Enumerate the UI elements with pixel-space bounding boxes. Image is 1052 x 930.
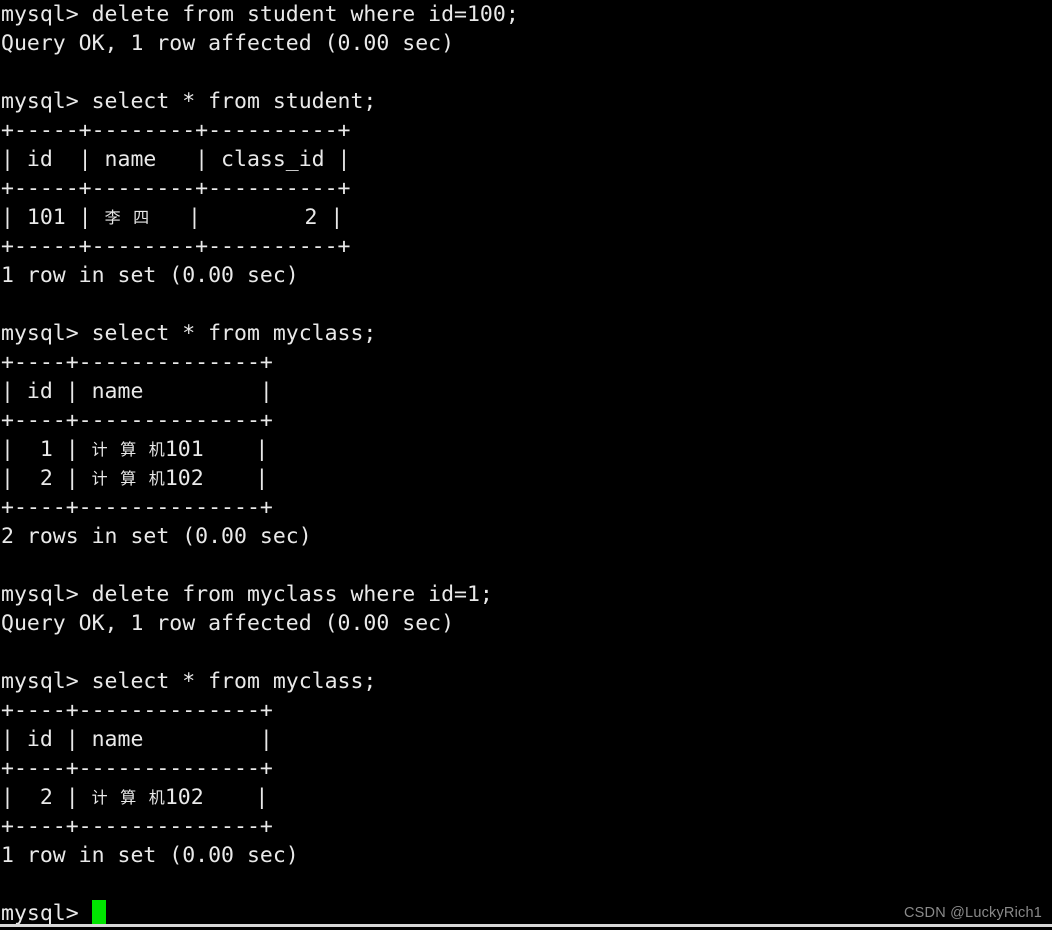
table-cell-text: 102 | bbox=[164, 785, 269, 810]
command-output: +----+--------------+ bbox=[1, 698, 273, 723]
terminal-line: +----+--------------+ bbox=[1, 754, 1052, 783]
command-output: Query OK, 1 row affected (0.00 sec) bbox=[1, 611, 455, 636]
command-output: 1 row in set (0.00 sec) bbox=[1, 843, 299, 868]
terminal-line: mysql> delete from myclass where id=1; bbox=[1, 580, 1052, 609]
terminal-line: | 2 | 计算机102 | bbox=[1, 464, 1052, 493]
terminal-line: | 2 | 计算机102 | bbox=[1, 783, 1052, 812]
terminal-window[interactable]: mysql> delete from student where id=100;… bbox=[0, 0, 1052, 927]
terminal-line: +-----+--------+----------+ bbox=[1, 116, 1052, 145]
terminal-line: Query OK, 1 row affected (0.00 sec) bbox=[1, 609, 1052, 638]
terminal-line: mysql> bbox=[1, 899, 1052, 927]
csdn-watermark: CSDN @LuckyRich1 bbox=[904, 905, 1042, 921]
command-output: +----+--------------+ bbox=[1, 408, 273, 433]
terminal-line: mysql> select * from student; bbox=[1, 87, 1052, 116]
command-output: +----+--------------+ bbox=[1, 756, 273, 781]
command-output: +-----+--------+----------+ bbox=[1, 176, 351, 201]
bottom-strip bbox=[0, 924, 1052, 927]
table-cell-cjk-text: 李四 bbox=[104, 208, 162, 227]
terminal-line: mysql> delete from student where id=100; bbox=[1, 0, 1052, 29]
terminal-line: 1 row in set (0.00 sec) bbox=[1, 841, 1052, 870]
command-output: | id | name | bbox=[1, 727, 273, 752]
terminal-line: Query OK, 1 row affected (0.00 sec) bbox=[1, 29, 1052, 58]
command-output: | id | name | class_id | bbox=[1, 147, 351, 172]
terminal-line: +-----+--------+----------+ bbox=[1, 232, 1052, 261]
table-cell-cjk-text: 计算机 bbox=[91, 788, 178, 807]
terminal-line: +-----+--------+----------+ bbox=[1, 174, 1052, 203]
table-cell-text: | 2 | bbox=[1, 785, 92, 810]
command-output: | id | name | bbox=[1, 379, 273, 404]
terminal-line: +----+--------------+ bbox=[1, 493, 1052, 522]
table-cell-text: | 101 | bbox=[1, 205, 105, 230]
terminal-line: | id | name | bbox=[1, 377, 1052, 406]
command-output: Query OK, 1 row affected (0.00 sec) bbox=[1, 31, 455, 56]
shell-command: mysql> select * from myclass; bbox=[1, 669, 377, 694]
terminal-line: | 101 | 李四 | 2 | bbox=[1, 203, 1052, 232]
terminal-line: 1 row in set (0.00 sec) bbox=[1, 261, 1052, 290]
table-cell-text: | 1 | bbox=[1, 437, 92, 462]
command-output: +-----+--------+----------+ bbox=[1, 234, 351, 259]
table-cell-text: 101 | bbox=[164, 437, 269, 462]
terminal-line: | id | name | class_id | bbox=[1, 145, 1052, 174]
shell-command: mysql> delete from myclass where id=1; bbox=[1, 582, 493, 607]
shell-command: mysql> select * from myclass; bbox=[1, 321, 377, 346]
terminal-line: +----+--------------+ bbox=[1, 406, 1052, 435]
terminal-line: mysql> select * from myclass; bbox=[1, 667, 1052, 696]
command-output: +----+--------------+ bbox=[1, 814, 273, 839]
table-cell-cjk-text: 计算机 bbox=[91, 440, 178, 459]
command-output: +-----+--------+----------+ bbox=[1, 118, 351, 143]
terminal-line: mysql> select * from myclass; bbox=[1, 319, 1052, 348]
command-output: +----+--------------+ bbox=[1, 495, 273, 520]
terminal-line: +----+--------------+ bbox=[1, 348, 1052, 377]
terminal-output: mysql> delete from student where id=100;… bbox=[1, 0, 1052, 927]
terminal-line: +----+--------------+ bbox=[1, 696, 1052, 725]
text-cursor[interactable] bbox=[91, 900, 106, 924]
shell-command: mysql> select * from student; bbox=[1, 89, 377, 114]
shell-prompt: mysql> bbox=[1, 901, 92, 926]
command-output: 1 row in set (0.00 sec) bbox=[1, 263, 299, 288]
table-cell-text: | 2 | bbox=[149, 205, 344, 230]
shell-command: mysql> delete from student where id=100; bbox=[1, 2, 519, 27]
table-cell-cjk-text: 计算机 bbox=[91, 469, 178, 488]
table-cell-text: 102 | bbox=[164, 466, 269, 491]
command-output: 2 rows in set (0.00 sec) bbox=[1, 524, 312, 549]
table-cell-text: | 2 | bbox=[1, 466, 92, 491]
terminal-line: +----+--------------+ bbox=[1, 812, 1052, 841]
terminal-line: 2 rows in set (0.00 sec) bbox=[1, 522, 1052, 551]
terminal-line: | 1 | 计算机101 | bbox=[1, 435, 1052, 464]
terminal-line: | id | name | bbox=[1, 725, 1052, 754]
command-output: +----+--------------+ bbox=[1, 350, 273, 375]
